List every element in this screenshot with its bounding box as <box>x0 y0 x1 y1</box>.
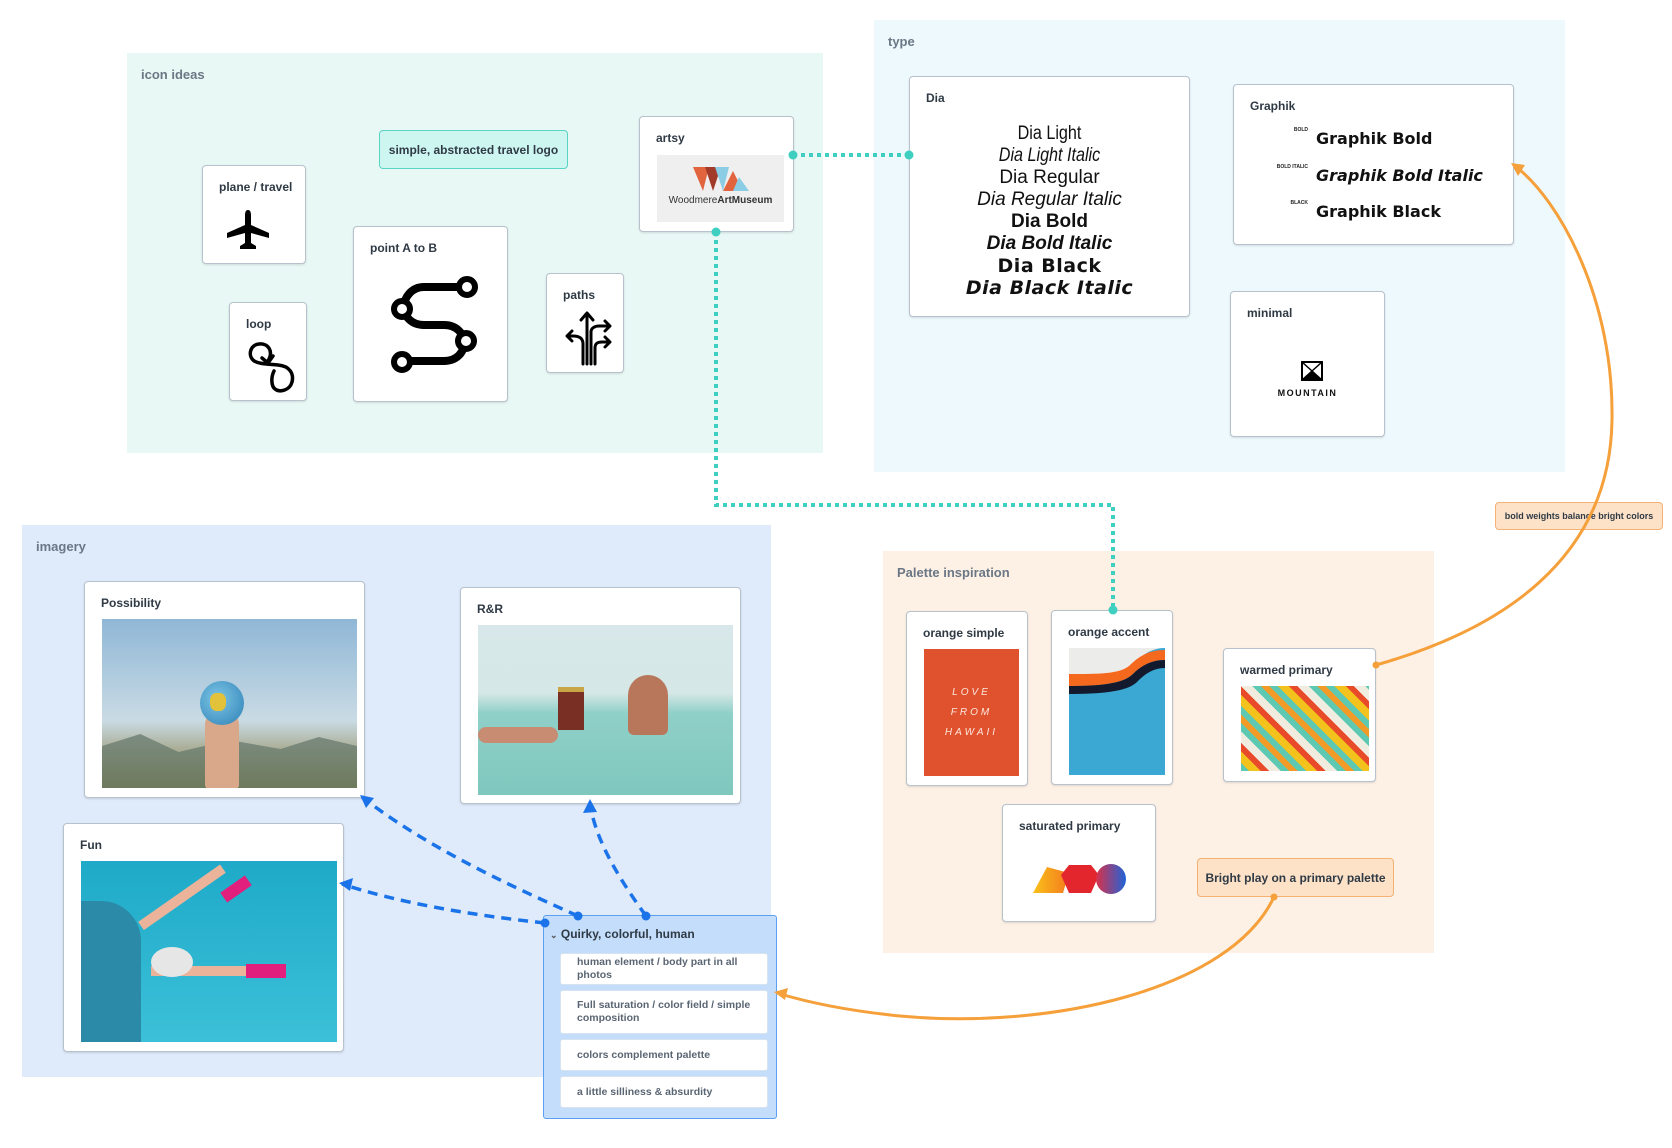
card-title: Possibility <box>101 596 162 610</box>
sticky-note-bold-weights[interactable]: bold weights balance bright colors <box>1495 502 1663 530</box>
leg-upper <box>138 864 226 931</box>
card-rr[interactable]: R&R <box>460 587 741 804</box>
group-title: Quirky, colorful, human <box>560 927 695 941</box>
dia-sample: Dia Bold Italic <box>986 233 1113 254</box>
man <box>628 675 668 735</box>
woodmere-logo-image: WoodmereArtMuseum <box>657 155 784 222</box>
card-artsy[interactable]: artsy WoodmereArtMuseum <box>639 116 794 232</box>
card-graphik[interactable]: Graphik BOLD Graphik Bold BOLD ITALIC Gr… <box>1233 84 1514 245</box>
sticky-note-travel-logo[interactable]: simple, abstracted travel logo <box>379 130 568 169</box>
dia-sample: Dia Black Italic <box>965 277 1134 299</box>
sock-upper <box>220 875 252 903</box>
orange-accent-photo <box>1069 648 1165 775</box>
dia-samples: Dia Light Dia Light Italic Dia Regular D… <box>910 123 1189 299</box>
section-title: imagery <box>36 539 86 554</box>
card-minimal[interactable]: minimal MOUNTAIN <box>1230 291 1385 437</box>
card-title: loop <box>246 317 272 331</box>
woodmere-logo-mark <box>693 167 749 191</box>
graphik-sample: Graphik Bold <box>1316 129 1433 148</box>
rr-photo <box>478 625 733 795</box>
card-possibility[interactable]: Possibility <box>84 581 365 798</box>
book <box>558 687 584 730</box>
list-item[interactable]: Full saturation / color field / simple c… <box>560 990 768 1034</box>
list-item[interactable]: human element / body part in all photos <box>560 953 768 985</box>
card-dia[interactable]: Dia Dia Light Dia Light Italic Dia Regul… <box>909 76 1190 317</box>
loop-icon <box>248 342 295 393</box>
photo-text-line: FROM <box>950 706 993 718</box>
card-title: artsy <box>656 131 685 145</box>
card-paths[interactable]: paths <box>546 273 624 373</box>
dia-sample: Dia Bold <box>1010 211 1089 232</box>
card-title: Dia <box>926 91 945 105</box>
card-title: Fun <box>80 838 102 852</box>
section-title: Palette inspiration <box>897 565 1010 580</box>
chevron-down-icon[interactable]: ⌄ <box>550 930 558 940</box>
dia-sample: Dia Regular <box>999 167 1100 188</box>
primary-shapes-logo <box>1033 864 1126 894</box>
fun-photo <box>81 861 337 1042</box>
card-title: R&R <box>477 602 503 616</box>
card-title: minimal <box>1247 306 1293 320</box>
legs <box>478 727 558 743</box>
dia-sample: Dia Light <box>1017 123 1082 144</box>
card-plane-travel[interactable]: plane / travel <box>202 165 306 264</box>
stripe-graphic <box>1069 648 1165 694</box>
group-quirky-colorful-human[interactable]: ⌄ Quirky, colorful, human human element … <box>543 915 777 1119</box>
list-item[interactable]: a little silliness & absurdity <box>560 1076 768 1108</box>
warmed-primary-photo <box>1241 686 1369 771</box>
card-title: warmed primary <box>1240 663 1333 677</box>
graphik-weight-tag: BOLD <box>1293 127 1308 133</box>
card-title: orange simple <box>923 626 1005 640</box>
card-loop[interactable]: loop <box>229 302 307 401</box>
card-title: orange accent <box>1068 625 1150 639</box>
card-fun[interactable]: Fun <box>63 823 344 1052</box>
route-icon <box>391 276 478 373</box>
sock-lower <box>246 964 286 978</box>
sticky-note-bright-play[interactable]: Bright play on a primary palette <box>1197 858 1394 897</box>
photo-text-line: LOVE <box>952 686 991 698</box>
section-title: icon ideas <box>141 67 205 82</box>
logo-text-regular: Woodmere <box>668 195 718 206</box>
card-orange-accent[interactable]: orange accent <box>1051 610 1173 785</box>
mountain-logo-mark <box>1301 361 1323 381</box>
graphik-weight-tag: BOLD ITALIC <box>1276 164 1308 170</box>
split-arrows-icon <box>565 311 612 366</box>
car <box>81 901 141 1042</box>
airplane-icon <box>227 210 269 249</box>
list-item[interactable]: colors complement palette <box>560 1039 768 1071</box>
possibility-photo <box>102 619 357 788</box>
dia-sample: Dia Regular Italic <box>977 189 1122 210</box>
card-title: Graphik <box>1250 99 1296 113</box>
graphik-weight-tag: BLACK <box>1290 200 1309 206</box>
logo-text-bold: ArtMuseum <box>717 195 773 206</box>
card-orange-simple[interactable]: orange simple LOVE FROM HAWAII <box>906 611 1028 786</box>
dia-sample: Dia Black <box>997 255 1102 277</box>
orange-simple-photo: LOVE FROM HAWAII <box>924 649 1019 776</box>
group-header[interactable]: ⌄ Quirky, colorful, human <box>550 927 695 941</box>
mountain-logo-text: MOUNTAIN <box>1277 388 1338 398</box>
card-title: plane / travel <box>219 180 293 194</box>
photo-text-line: HAWAII <box>944 726 999 738</box>
card-title: paths <box>563 288 596 302</box>
mirror <box>151 947 193 977</box>
card-point-a-to-b[interactable]: point A to B <box>353 226 508 402</box>
card-warmed-primary[interactable]: warmed primary <box>1223 648 1376 782</box>
woodmere-logo-text: WoodmereArtMuseum <box>657 195 784 206</box>
section-title: type <box>888 34 915 49</box>
graphik-sample: Graphik Bold Italic <box>1316 166 1483 185</box>
dia-sample: Dia Light Italic <box>998 145 1101 166</box>
card-title: point A to B <box>370 241 438 255</box>
graphik-sample: Graphik Black <box>1316 202 1441 221</box>
card-saturated-primary[interactable]: saturated primary <box>1002 804 1156 922</box>
globe <box>200 681 244 725</box>
card-title: saturated primary <box>1019 819 1121 833</box>
